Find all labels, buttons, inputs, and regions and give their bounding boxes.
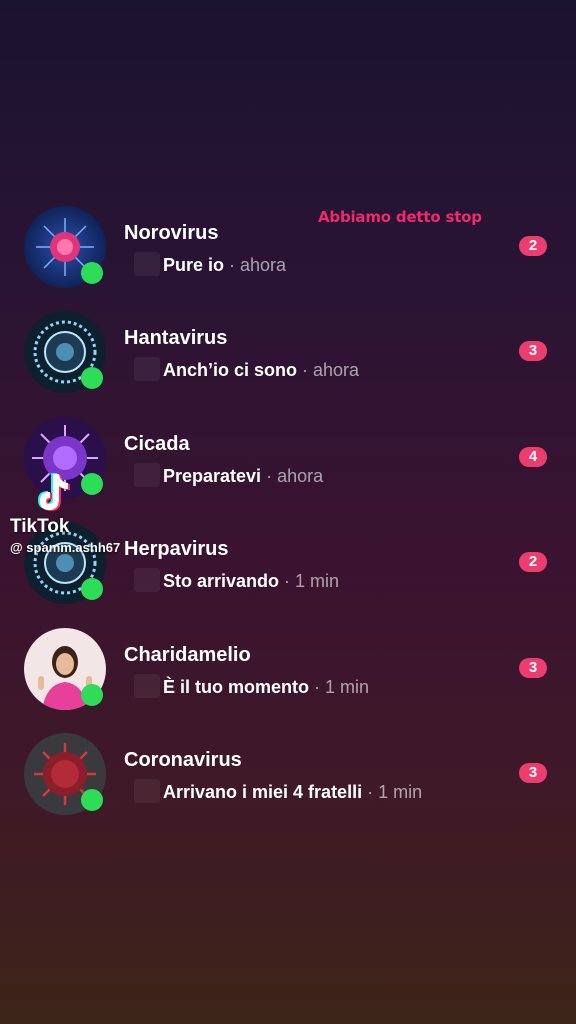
last-message: Arrivano i miei 4 fratelli	[163, 781, 363, 802]
online-status-dot	[81, 472, 103, 495]
online-status-dot	[81, 262, 103, 284]
timestamp: 1 min	[295, 571, 340, 592]
sender-avatar-placeholder	[134, 673, 160, 698]
separator: ·	[297, 360, 314, 381]
unread-badge: 3	[519, 657, 547, 678]
tiktok-username: @ spamm.ashh67	[10, 540, 121, 555]
separator: ·	[279, 571, 296, 592]
last-message: È il tuo momento	[163, 676, 309, 697]
separator: ·	[309, 676, 325, 697]
online-status-dot	[81, 578, 103, 601]
sender-avatar-placeholder	[134, 778, 160, 803]
chat-preview: Sto arrivando · 1 min	[134, 568, 340, 593]
chat-name: Cicada	[124, 432, 190, 455]
chat-preview: Arrivano i miei 4 fratelli · 1 min	[134, 778, 423, 803]
separator: ·	[362, 781, 379, 802]
timestamp: ahora	[240, 255, 287, 275]
online-status-dot	[81, 788, 103, 811]
chat-preview: È il tuo momento · 1 min	[134, 673, 370, 698]
last-message: Pure io	[163, 255, 225, 275]
chat-row-coronavirus[interactable]: Coronavirus Arrivano i miei 4 fratelli ·…	[0, 727, 576, 832]
separator: ·	[224, 255, 241, 275]
timestamp: 1 min	[325, 676, 370, 697]
chat-list: Norovirus Pure io · ahora 2 Hantavirus A…	[0, 200, 576, 832]
sender-avatar-placeholder	[134, 568, 160, 593]
online-status-dot	[81, 683, 103, 706]
chat-preview: Pure io · ahora	[134, 252, 286, 276]
chat-row-herpavirus[interactable]: Herpavirus Sto arrivando · 1 min 2	[0, 516, 576, 621]
last-message: Preparatevi	[163, 465, 262, 486]
unread-badge: 3	[519, 341, 547, 362]
last-message: Sto arrivando	[163, 571, 280, 592]
tiktok-logo-icon	[38, 473, 70, 511]
timestamp: ahora	[313, 360, 360, 381]
chat-row-hantavirus[interactable]: Hantavirus Anch’io ci sono · ahora 3	[0, 305, 576, 410]
chat-row-charidamelio[interactable]: Charidamelio È il tuo momento · 1 min 3	[0, 622, 576, 727]
unread-badge: 2	[519, 552, 547, 573]
chat-row-cicada[interactable]: Cicada Preparatevi · ahora 4	[0, 411, 576, 516]
unread-badge: 3	[519, 762, 547, 783]
timestamp: ahora	[277, 465, 324, 486]
sender-avatar-placeholder	[134, 462, 160, 487]
sender-avatar-placeholder	[134, 252, 160, 276]
chat-name: Coronavirus	[124, 748, 242, 771]
online-status-dot	[81, 367, 103, 390]
tiktok-brand-text: TikTok	[10, 516, 70, 537]
separator: ·	[261, 465, 278, 486]
chat-name: Norovirus	[124, 222, 219, 244]
chat-name: Hantavirus	[124, 327, 228, 350]
chat-name: Charidamelio	[124, 643, 251, 666]
chat-preview: Anch’io ci sono · ahora	[134, 357, 360, 382]
unread-badge: 4	[519, 446, 547, 467]
unread-badge: 2	[519, 236, 547, 256]
chat-row-norovirus[interactable]: Norovirus Pure io · ahora 2	[0, 200, 576, 305]
sender-avatar-placeholder	[134, 357, 160, 382]
chat-name: Herpavirus	[124, 538, 229, 561]
last-message: Anch’io ci sono	[163, 360, 298, 381]
chat-preview: Preparatevi · ahora	[134, 462, 324, 487]
timestamp: 1 min	[378, 781, 423, 802]
